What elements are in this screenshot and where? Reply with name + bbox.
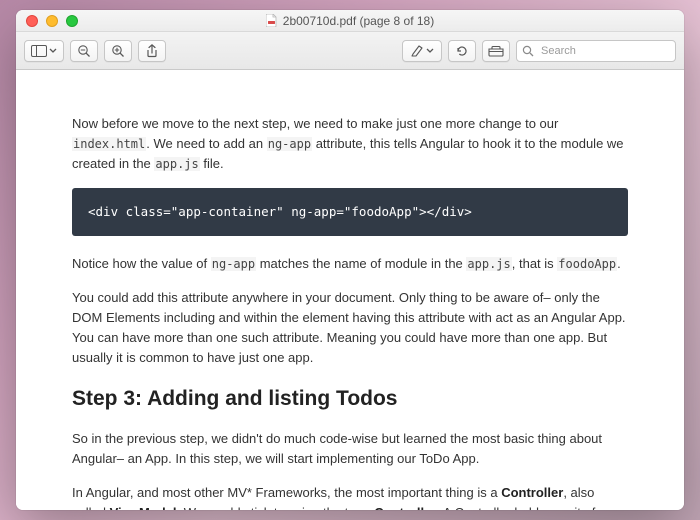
- pdf-file-icon: [266, 14, 277, 27]
- window-title: 2b00710d.pdf (page 8 of 18): [16, 14, 684, 28]
- sidebar-icon: [31, 45, 47, 57]
- fullscreen-window-button[interactable]: [66, 15, 78, 27]
- paragraph: Now before we move to the next step, we …: [72, 114, 628, 174]
- highlighter-icon: [410, 44, 424, 57]
- zoom-in-icon: [111, 44, 125, 58]
- rotate-icon: [455, 44, 469, 57]
- inline-code: ng-app: [267, 137, 312, 151]
- inline-code: ng-app: [211, 257, 256, 271]
- search-field-wrap: [516, 40, 676, 62]
- markup-toolbox-icon: [488, 45, 504, 57]
- heading-step-3: Step 3: Adding and listing Todos: [72, 383, 628, 416]
- minimize-window-button[interactable]: [46, 15, 58, 27]
- term-controller: Controller: [501, 485, 563, 500]
- code-block: <div class="app-container" ng-app="foodo…: [72, 188, 628, 235]
- highlight-button[interactable]: [402, 40, 442, 62]
- view-mode-button[interactable]: [24, 40, 64, 62]
- rotate-button[interactable]: [448, 40, 476, 62]
- inline-code: foodoApp: [557, 257, 617, 271]
- chevron-down-icon: [49, 48, 57, 54]
- zoom-out-button[interactable]: [70, 40, 98, 62]
- markup-button[interactable]: [482, 40, 510, 62]
- toolbar: [16, 32, 684, 70]
- term-controller: Controller: [374, 505, 436, 510]
- term-viewmodel: ViewModel: [110, 505, 177, 510]
- inline-code: app.js: [154, 157, 199, 171]
- zoom-in-button[interactable]: [104, 40, 132, 62]
- traffic-lights: [16, 15, 78, 27]
- preview-window: 2b00710d.pdf (page 8 of 18): [16, 10, 684, 510]
- titlebar: 2b00710d.pdf (page 8 of 18): [16, 10, 684, 32]
- document-content[interactable]: Now before we move to the next step, we …: [16, 70, 684, 510]
- zoom-out-icon: [77, 44, 91, 58]
- chevron-down-icon: [426, 48, 434, 54]
- paragraph: Notice how the value of ng-app matches t…: [72, 254, 628, 274]
- share-button[interactable]: [138, 40, 166, 62]
- inline-code: index.html: [72, 137, 146, 151]
- close-window-button[interactable]: [26, 15, 38, 27]
- search-input[interactable]: [516, 40, 676, 62]
- paragraph: In Angular, and most other MV* Framework…: [72, 483, 628, 510]
- share-icon: [146, 44, 158, 58]
- paragraph: You could add this attribute anywhere in…: [72, 288, 628, 369]
- search-icon: [522, 45, 534, 57]
- inline-code: app.js: [466, 257, 511, 271]
- paragraph: So in the previous step, we didn't do mu…: [72, 429, 628, 469]
- window-title-text: 2b00710d.pdf (page 8 of 18): [283, 14, 434, 28]
